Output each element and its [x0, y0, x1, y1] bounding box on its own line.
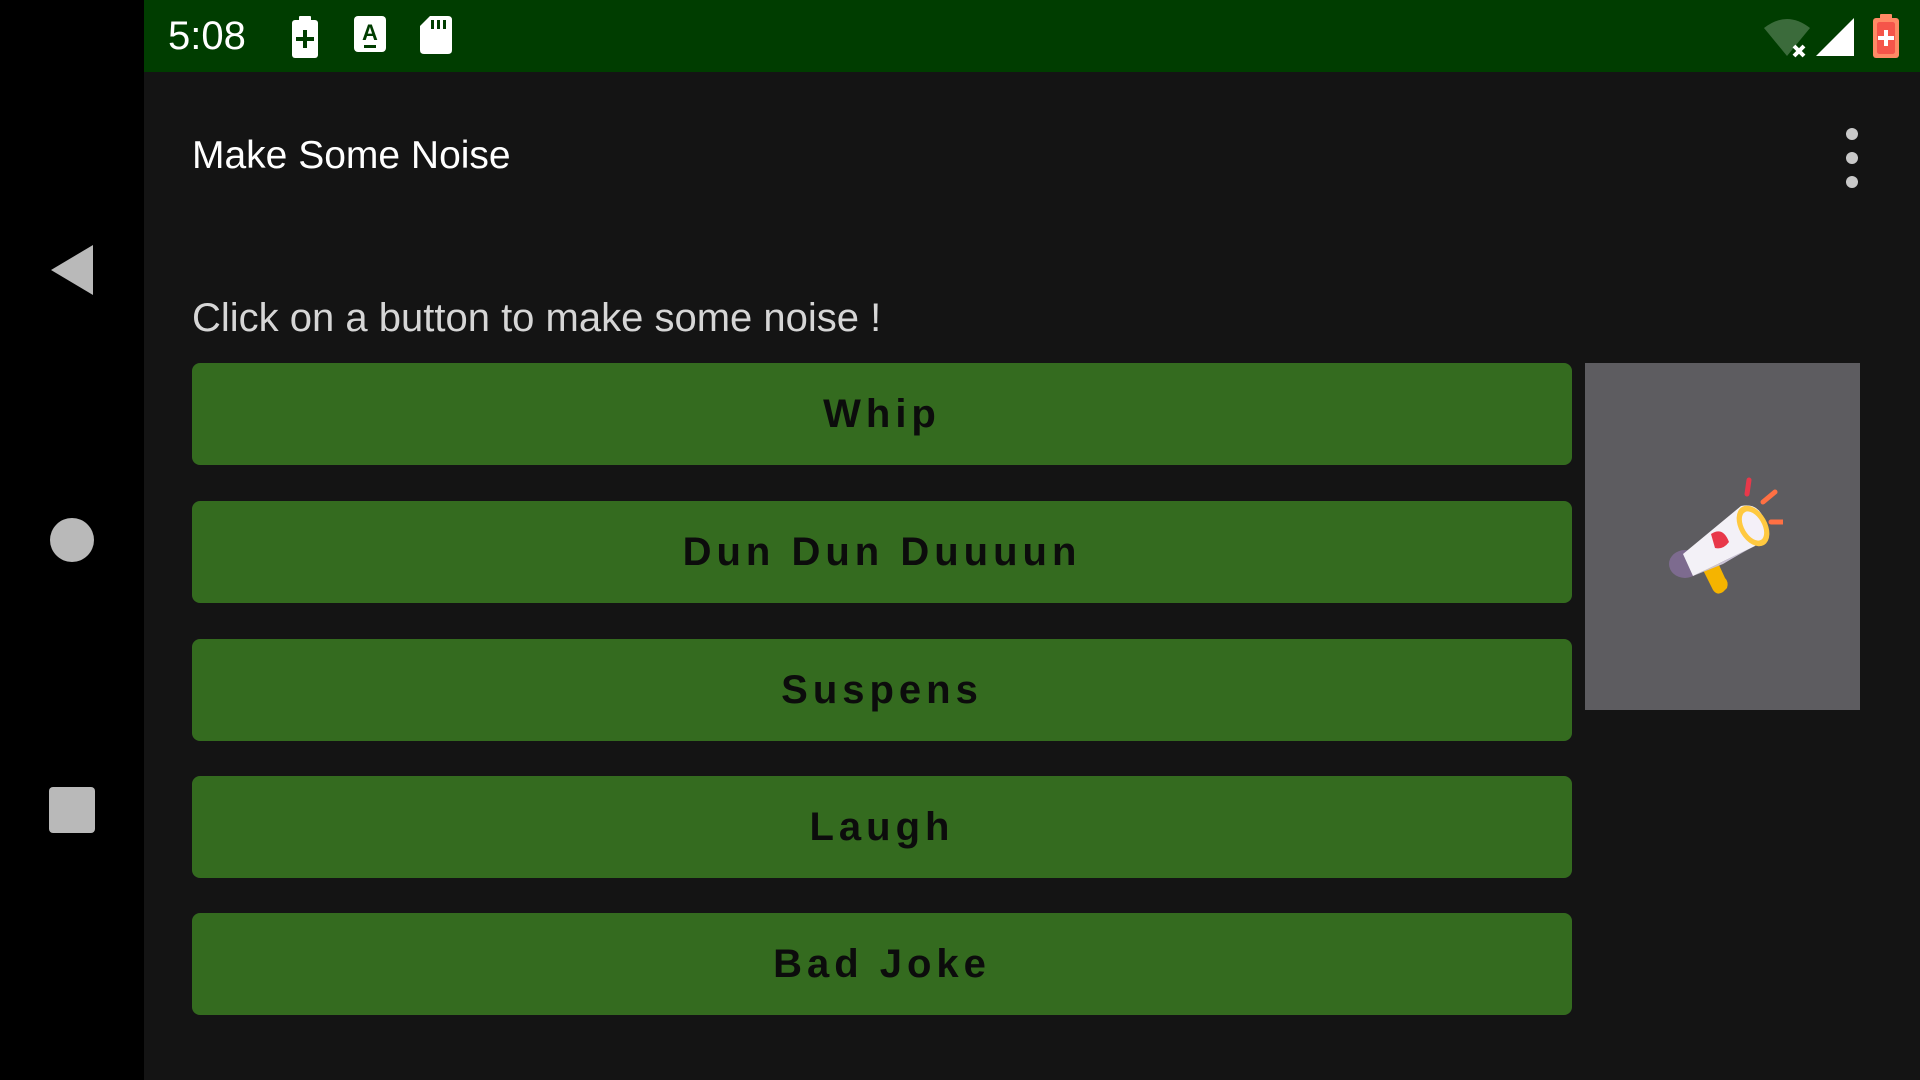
megaphone-image-panel: [1585, 363, 1860, 710]
status-time: 5:08: [168, 14, 246, 58]
cell-signal-icon: [1816, 18, 1854, 56]
recents-icon: [49, 787, 95, 833]
recents-button[interactable]: [0, 770, 144, 850]
battery-low-icon: [1873, 14, 1899, 58]
svg-text:A: A: [362, 20, 378, 45]
sd-card-icon: [420, 16, 452, 54]
back-button[interactable]: [0, 230, 144, 310]
status-bar: 5:08 A: [144, 0, 1920, 72]
wifi-off-icon: [1764, 19, 1810, 58]
navigation-bar: [0, 0, 144, 1080]
overflow-menu-icon[interactable]: [1832, 128, 1872, 188]
whip-button[interactable]: Whip: [192, 363, 1572, 465]
instruction-text: Click on a button to make some noise !: [192, 296, 882, 340]
keyboard-a-icon: A: [354, 16, 386, 52]
home-button[interactable]: [0, 500, 144, 580]
app-bar: Make Some Noise: [144, 72, 1920, 242]
app-title: Make Some Noise: [192, 134, 511, 177]
battery-saver-icon: [292, 16, 318, 58]
suspens-button[interactable]: Suspens: [192, 639, 1572, 741]
back-icon: [51, 245, 93, 295]
menu-dot: [1846, 152, 1858, 164]
home-icon: [50, 518, 94, 562]
laugh-button[interactable]: Laugh: [192, 776, 1572, 878]
menu-dot: [1846, 176, 1858, 188]
dun-dun-duuuun-button[interactable]: Dun Dun Duuuun: [192, 501, 1572, 603]
bad-joke-button[interactable]: Bad Joke: [192, 913, 1572, 1015]
menu-dot: [1846, 128, 1858, 140]
megaphone-icon: [1668, 477, 1783, 594]
